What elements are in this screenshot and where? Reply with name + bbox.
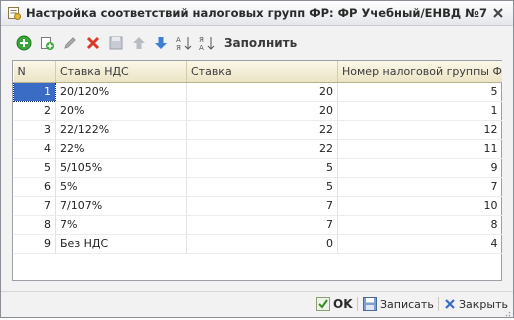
delete-icon <box>86 36 100 50</box>
column-header-tax-group-number[interactable]: Номер налоговой группы ФР <box>337 61 502 83</box>
cell-n[interactable]: 5 <box>13 158 56 178</box>
table-row[interactable]: 1 20/120% 20 5 <box>13 81 502 102</box>
save-icon <box>109 36 123 50</box>
save-button[interactable]: Записать <box>363 295 434 313</box>
table-row[interactable]: 4 22% 22 11 <box>13 139 502 159</box>
sort-desc-icon: Я А <box>199 36 215 52</box>
close-label: Закрыть <box>459 297 508 311</box>
add-row-button[interactable] <box>15 34 33 52</box>
footer-divider <box>1 291 513 292</box>
cell-rate[interactable]: 20 <box>186 101 338 121</box>
table-header-row: N Ставка НДС Ставка Номер налоговой груп… <box>13 61 502 83</box>
footer-separator <box>357 297 358 311</box>
cell-n[interactable]: 3 <box>13 120 56 140</box>
delete-row-button[interactable] <box>84 34 102 52</box>
cell-vat-rate[interactable]: 7/107% <box>55 196 187 216</box>
cell-tax-group[interactable]: 8 <box>337 215 502 235</box>
cell-vat-rate[interactable]: 7% <box>55 215 187 235</box>
table-row[interactable]: 8 7% 7 8 <box>13 215 502 235</box>
cell-rate[interactable]: 20 <box>186 82 338 102</box>
move-up-icon <box>133 37 145 49</box>
save-icon <box>363 297 377 311</box>
cell-rate[interactable]: 5 <box>186 158 338 178</box>
save-table-button[interactable] <box>107 34 125 52</box>
svg-text:Я: Я <box>199 36 204 44</box>
svg-text:А: А <box>199 44 204 52</box>
cell-tax-group[interactable]: 5 <box>337 82 502 102</box>
cell-n[interactable]: 9 <box>13 234 56 254</box>
edit-icon <box>64 37 76 49</box>
copy-icon <box>41 37 54 50</box>
tax-groups-table[interactable]: N Ставка НДС Ставка Номер налоговой груп… <box>12 60 502 281</box>
cell-rate[interactable]: 7 <box>186 196 338 216</box>
cell-rate[interactable]: 7 <box>186 215 338 235</box>
close-window-button[interactable] <box>489 4 507 22</box>
cell-n[interactable]: 7 <box>13 196 56 216</box>
cell-vat-rate[interactable]: 22/122% <box>55 120 187 140</box>
cell-tax-group[interactable]: 10 <box>337 196 502 216</box>
svg-text:Я: Я <box>176 44 181 52</box>
document-settings-icon <box>7 6 21 20</box>
cell-n[interactable]: 8 <box>13 215 56 235</box>
cell-n[interactable]: 6 <box>13 177 56 197</box>
table-row[interactable]: 3 22/122% 22 12 <box>13 120 502 140</box>
column-header-n[interactable]: N <box>13 61 56 83</box>
cell-tax-group[interactable]: 7 <box>337 177 502 197</box>
fill-button[interactable]: Заполнить <box>224 36 297 50</box>
copy-row-button[interactable] <box>38 34 56 52</box>
title-bar[interactable]: Настройка соответствий налоговых групп Ф… <box>1 1 513 26</box>
footer-separator <box>438 297 439 311</box>
cell-vat-rate[interactable]: 20/120% <box>55 82 187 102</box>
move-down-button[interactable] <box>152 34 170 52</box>
cell-rate[interactable]: 0 <box>186 234 338 254</box>
cell-vat-rate[interactable]: 5% <box>55 177 187 197</box>
column-header-rate[interactable]: Ставка <box>186 61 338 83</box>
cell-rate[interactable]: 22 <box>186 120 338 140</box>
close-button[interactable]: Закрыть <box>444 295 508 313</box>
toolbar: А Я Я А Заполнить <box>1 27 513 57</box>
resize-grip-icon <box>505 311 511 317</box>
ok-check-icon <box>316 297 330 311</box>
cell-tax-group[interactable]: 9 <box>337 158 502 178</box>
sort-asc-icon: А Я <box>176 36 192 52</box>
table-row[interactable]: 9 Без НДС 0 4 <box>13 234 502 254</box>
table-row[interactable]: 7 7/107% 7 10 <box>13 196 502 216</box>
edit-row-button[interactable] <box>61 34 79 52</box>
close-icon <box>493 8 503 18</box>
ok-label: OK <box>333 297 353 311</box>
save-label: Записать <box>380 297 434 311</box>
resize-grip[interactable] <box>503 307 511 317</box>
cell-tax-group[interactable]: 4 <box>337 234 502 254</box>
cell-vat-rate[interactable]: Без НДС <box>55 234 187 254</box>
move-up-button[interactable] <box>130 34 148 52</box>
add-icon <box>16 35 32 51</box>
table-row[interactable]: 5 5/105% 5 9 <box>13 158 502 178</box>
cell-n[interactable]: 2 <box>13 101 56 121</box>
cell-vat-rate[interactable]: 20% <box>55 101 187 121</box>
table-row[interactable]: 6 5% 5 7 <box>13 177 502 197</box>
table-row[interactable]: 2 20% 20 1 <box>13 101 502 121</box>
move-down-icon <box>155 37 167 49</box>
dialog-window: Настройка соответствий налоговых групп Ф… <box>0 0 514 318</box>
cell-n[interactable]: 4 <box>13 139 56 159</box>
ok-button[interactable]: OK <box>316 295 353 313</box>
cell-vat-rate[interactable]: 22% <box>55 139 187 159</box>
cell-tax-group[interactable]: 12 <box>337 120 502 140</box>
cell-rate[interactable]: 5 <box>186 177 338 197</box>
column-header-vat-rate[interactable]: Ставка НДС <box>55 61 187 83</box>
svg-text:А: А <box>176 36 181 44</box>
cell-tax-group[interactable]: 11 <box>337 139 502 159</box>
cell-n[interactable]: 1 <box>13 81 56 102</box>
sort-ascending-button[interactable]: А Я <box>175 34 193 52</box>
close-x-icon <box>445 299 455 309</box>
cell-tax-group[interactable]: 1 <box>337 101 502 121</box>
cell-vat-rate[interactable]: 5/105% <box>55 158 187 178</box>
sort-descending-button[interactable]: Я А <box>198 34 216 52</box>
window-title: Настройка соответствий налоговых групп Ф… <box>26 6 487 20</box>
cell-rate[interactable]: 22 <box>186 139 338 159</box>
